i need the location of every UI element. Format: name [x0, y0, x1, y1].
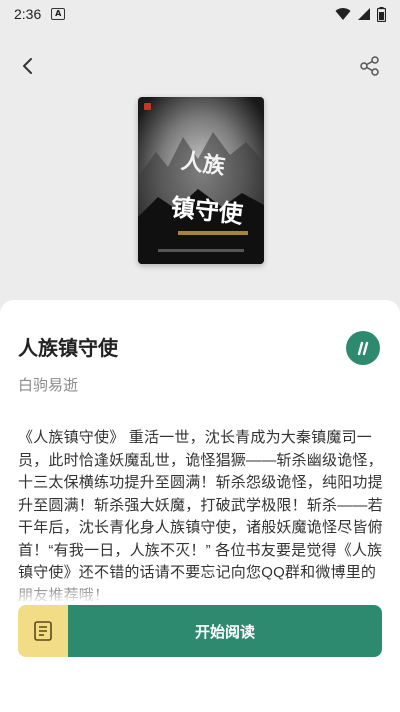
status-bar: 2:36 A — [0, 0, 400, 28]
book-author[interactable]: 白驹易逝 — [18, 374, 78, 395]
description-fade — [0, 575, 400, 607]
app-badge-button[interactable] — [346, 331, 380, 365]
share-button[interactable] — [358, 54, 382, 78]
wifi-icon — [335, 8, 351, 20]
chevron-left-icon — [23, 58, 32, 74]
cellular-signal-icon — [358, 8, 370, 20]
back-button[interactable] — [16, 54, 40, 78]
share-icon — [360, 56, 379, 76]
bookmark-app-icon — [357, 341, 369, 356]
status-time: 2:36 — [14, 6, 42, 22]
start-reading-button[interactable]: 开始阅读 — [68, 605, 382, 657]
book-cover[interactable]: 人族 镇守使 — [138, 97, 264, 264]
bottom-action-bar: 开始阅读 — [18, 605, 382, 657]
table-of-contents-button[interactable] — [18, 605, 68, 657]
notification-a-icon: A — [51, 8, 66, 20]
book-title: 人族镇守使 — [18, 338, 118, 360]
list-icon — [34, 621, 52, 641]
status-icons — [335, 6, 386, 22]
battery-icon — [377, 6, 386, 22]
cover-artwork: 人族 镇守使 — [138, 97, 264, 264]
